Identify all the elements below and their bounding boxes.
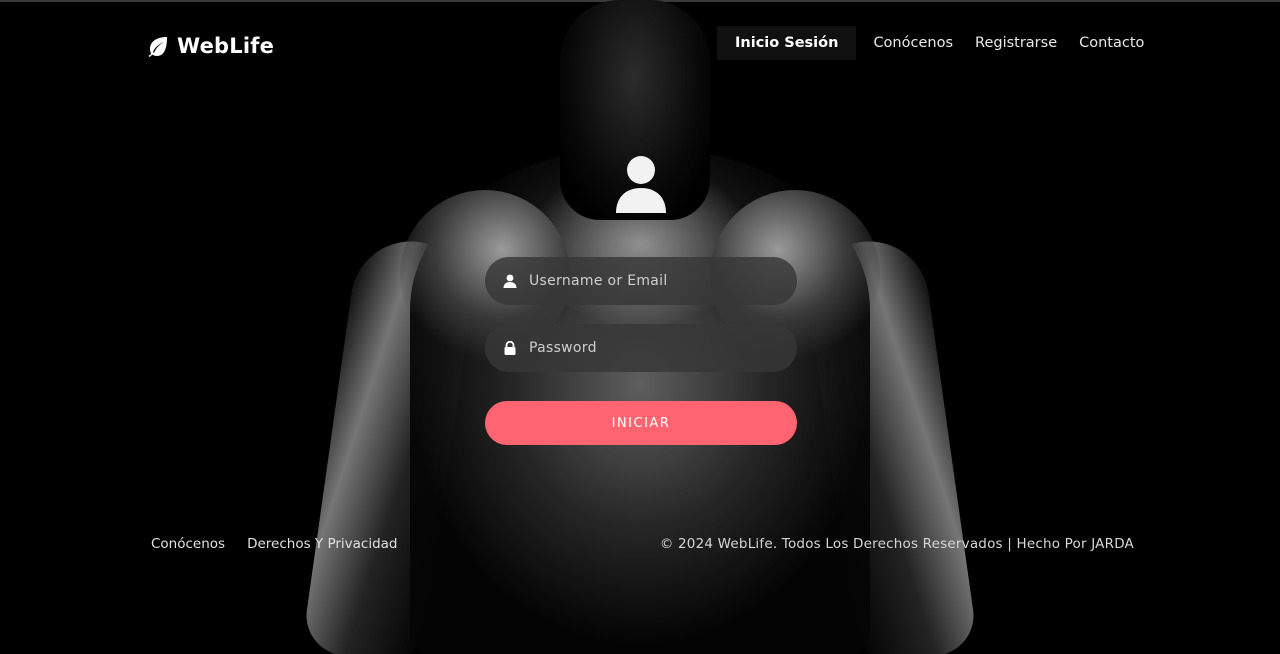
footer-link-conocenos[interactable]: Conócenos bbox=[151, 536, 225, 552]
brand-name: WebLife bbox=[177, 34, 275, 58]
login-submit-button[interactable]: INICIAR bbox=[485, 401, 797, 445]
nav-item-contacto[interactable]: Contacto bbox=[1068, 26, 1155, 60]
copyright-text: © 2024 WebLife. Todos Los Derechos Reser… bbox=[659, 536, 1134, 552]
user-avatar-icon bbox=[616, 156, 666, 213]
lock-icon bbox=[504, 341, 516, 355]
username-input[interactable] bbox=[529, 273, 769, 289]
user-icon bbox=[503, 274, 517, 288]
main-nav: Inicio Sesión Conócenos Registrarse Cont… bbox=[717, 26, 1155, 60]
nav-item-inicio-sesion[interactable]: Inicio Sesión bbox=[717, 26, 857, 60]
password-input[interactable] bbox=[529, 340, 769, 356]
nav-item-registrarse[interactable]: Registrarse bbox=[964, 26, 1068, 60]
footer-links: Conócenos Derechos Y Privacidad bbox=[151, 536, 398, 552]
nav-item-conocenos[interactable]: Conócenos bbox=[862, 26, 964, 60]
footer-link-derechos-privacidad[interactable]: Derechos Y Privacidad bbox=[247, 536, 397, 552]
username-field[interactable] bbox=[485, 257, 797, 305]
password-field[interactable] bbox=[485, 324, 797, 372]
leaf-icon bbox=[148, 37, 167, 57]
brand-logo[interactable]: WebLife bbox=[146, 34, 274, 58]
